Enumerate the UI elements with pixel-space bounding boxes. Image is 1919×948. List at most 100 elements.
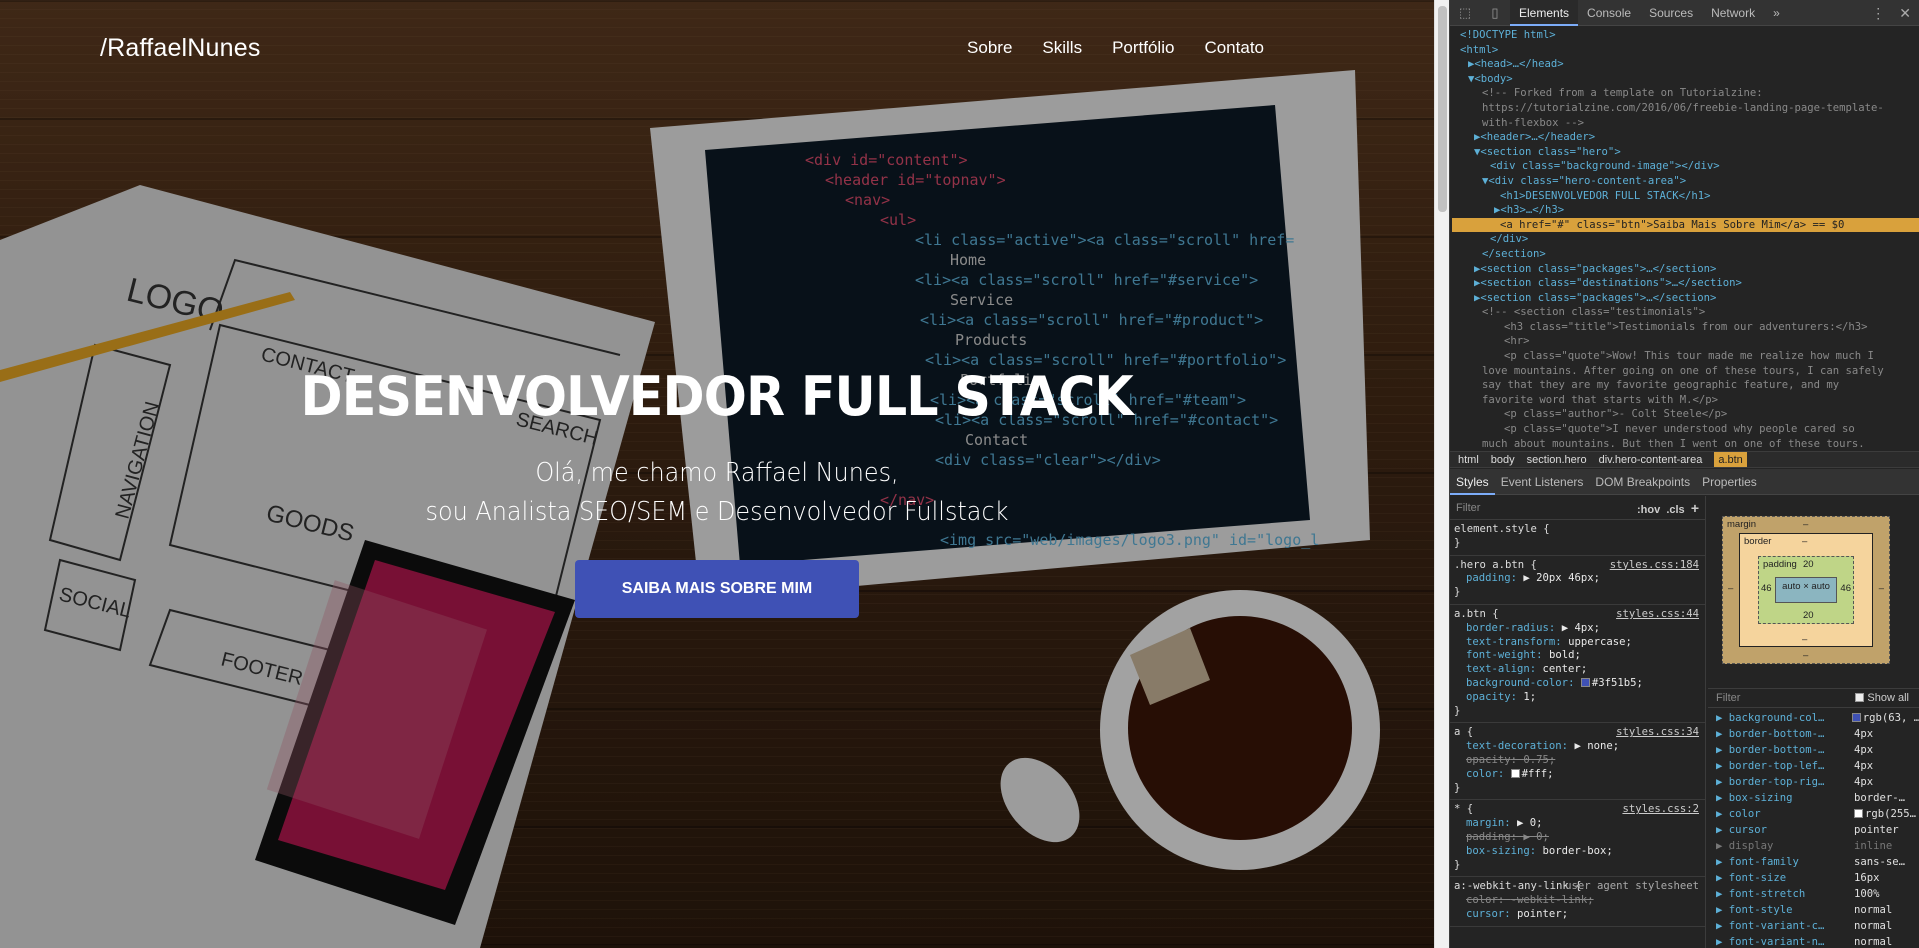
breadcrumb-a-btn[interactable]: a.btn	[1714, 452, 1747, 467]
dom-node[interactable]: say that they are my favorite geographic…	[1452, 378, 1919, 393]
box-padding-top[interactable]: 20	[1803, 559, 1814, 570]
dom-node[interactable]: <p class="quote">Wow! This tour made me …	[1452, 349, 1919, 364]
nav-link-sobre[interactable]: Sobre	[967, 38, 1012, 58]
tab-properties[interactable]: Properties	[1696, 469, 1763, 495]
dom-node[interactable]: ▶<h3>…</h3>	[1452, 203, 1919, 218]
nav-link-skills[interactable]: Skills	[1042, 38, 1082, 58]
tab-console[interactable]: Console	[1578, 0, 1640, 26]
computed-property[interactable]: ▶ font-variant-n… normal	[1708, 934, 1919, 948]
css-property[interactable]: font-weight: bold;	[1454, 649, 1699, 663]
dom-node[interactable]: <!-- Forked from a template on Tutorialz…	[1452, 86, 1919, 101]
dom-node[interactable]: </div>	[1452, 232, 1919, 247]
about-me-button[interactable]: Saiba Mais Sobre Mim	[575, 560, 859, 618]
dom-node[interactable]: <!DOCTYPE html>	[1452, 28, 1919, 43]
computed-property[interactable]: ▶ font-variant-c… normal	[1708, 918, 1919, 934]
tab-dom-breakpoints[interactable]: DOM Breakpoints	[1589, 469, 1696, 495]
box-margin-left[interactable]: –	[1728, 583, 1733, 594]
dom-node[interactable]: ▼<body>	[1452, 72, 1919, 87]
computed-property[interactable]: ▶ border-top-rig… 4px	[1708, 774, 1919, 790]
dom-node[interactable]: with-flexbox -->	[1452, 116, 1919, 131]
css-property[interactable]: opacity: 0.75;	[1454, 754, 1699, 768]
box-margin-right[interactable]: –	[1879, 583, 1884, 594]
new-rule-button[interactable]: +	[1691, 500, 1699, 516]
dom-node[interactable]: favorite word that starts with M.</p>	[1452, 393, 1919, 408]
dom-node[interactable]: ▶<section class="packages">…</section>	[1452, 291, 1919, 306]
box-padding-left[interactable]: 46	[1761, 583, 1772, 594]
css-property[interactable]: text-decoration: ▶ none;	[1454, 740, 1699, 754]
css-property[interactable]: text-transform: uppercase;	[1454, 636, 1699, 650]
class-toggle[interactable]: .cls	[1666, 504, 1684, 516]
dom-node[interactable]: ▶<head>…</head>	[1452, 57, 1919, 72]
box-border-bottom[interactable]: –	[1802, 634, 1807, 645]
dom-node[interactable]: <p class="author">- Colt Steele</p>	[1452, 407, 1919, 422]
tab-elements[interactable]: Elements	[1510, 0, 1579, 26]
tab-event-listeners[interactable]: Event Listeners	[1495, 469, 1590, 495]
dom-node[interactable]: ▼<div class="hero-content-area">	[1452, 174, 1919, 189]
computed-property[interactable]: ▶ font-family sans-se…	[1708, 854, 1919, 870]
box-margin-bottom[interactable]: –	[1803, 650, 1808, 661]
dom-node[interactable]: ▶<header>…</header>	[1452, 130, 1919, 145]
computed-property[interactable]: ▶ background-col… rgb(63, …	[1708, 710, 1919, 726]
breadcrumb-body[interactable]: body	[1491, 452, 1515, 467]
rule-source-link[interactable]: styles.css:2	[1622, 803, 1699, 817]
breadcrumb-hero-content-area[interactable]: div.hero-content-area	[1599, 452, 1703, 467]
show-all-checkbox[interactable]	[1855, 693, 1865, 702]
css-property[interactable]: opacity: 1;	[1454, 691, 1699, 705]
inspect-element-icon[interactable]: ⬚	[1450, 5, 1480, 21]
tab-network[interactable]: Network	[1702, 0, 1764, 26]
dom-node[interactable]: <div class="background-image"></div>	[1452, 159, 1919, 174]
dom-node[interactable]: <hr>	[1452, 334, 1919, 349]
site-logo[interactable]: /RaffaelNunes	[100, 34, 261, 63]
breadcrumb-section-hero[interactable]: section.hero	[1527, 452, 1587, 467]
close-icon[interactable]: ✕	[1899, 0, 1911, 26]
styles-filter-input[interactable]: Filter	[1456, 502, 1480, 514]
css-property[interactable]: padding: ▶ 20px 46px;	[1454, 572, 1699, 586]
dom-node[interactable]: <h3 class="title">Testimonials from our …	[1452, 320, 1919, 335]
more-tabs-button[interactable]: »	[1764, 0, 1789, 26]
css-property[interactable]: color: #fff;	[1454, 768, 1699, 782]
kebab-menu-icon[interactable]: ⋮	[1871, 0, 1885, 26]
nav-link-contato[interactable]: Contato	[1204, 38, 1264, 58]
computed-property[interactable]: ▶ display inline	[1708, 838, 1919, 854]
box-margin-top[interactable]: –	[1803, 519, 1808, 530]
box-padding-bottom[interactable]: 20	[1803, 610, 1814, 621]
dom-node[interactable]: love mountains. After going on one of th…	[1452, 364, 1919, 379]
dom-node[interactable]: https://tutorialzine.com/2016/06/freebie…	[1452, 101, 1919, 116]
scrollbar-thumb[interactable]	[1438, 6, 1447, 212]
box-padding-right[interactable]: 46	[1840, 583, 1851, 594]
rule-source-link[interactable]: styles.css:34	[1616, 726, 1699, 740]
computed-property[interactable]: ▶ cursor pointer	[1708, 822, 1919, 838]
dom-node[interactable]: <p class="quote">I never understood why …	[1452, 422, 1919, 437]
computed-property[interactable]: ▶ box-sizing border-…	[1708, 790, 1919, 806]
css-property[interactable]: box-sizing: border-box;	[1454, 845, 1699, 859]
nav-link-portfolio[interactable]: Portfólio	[1112, 38, 1174, 58]
computed-property[interactable]: ▶ font-size 16px	[1708, 870, 1919, 886]
dom-node[interactable]: ▼<section class="hero">	[1452, 145, 1919, 160]
page-scrollbar[interactable]	[1434, 0, 1449, 948]
computed-property[interactable]: ▶ border-top-lef… 4px	[1708, 758, 1919, 774]
css-property[interactable]: border-radius: ▶ 4px;	[1454, 622, 1699, 636]
color-swatch[interactable]	[1510, 768, 1520, 778]
css-property[interactable]: margin: ▶ 0;	[1454, 817, 1699, 831]
computed-property[interactable]: ▶ color rgb(255…	[1708, 806, 1919, 822]
dom-node[interactable]: <html>	[1452, 43, 1919, 58]
box-border-top[interactable]: –	[1802, 536, 1807, 547]
dom-node[interactable]: ▶<section class="destinations">…</sectio…	[1452, 276, 1919, 291]
dom-node[interactable]: <!-- <section class="testimonials">	[1452, 305, 1919, 320]
tab-sources[interactable]: Sources	[1640, 0, 1702, 26]
rule-source-link[interactable]: styles.css:184	[1610, 559, 1699, 573]
tab-styles[interactable]: Styles	[1450, 469, 1495, 495]
css-property[interactable]: text-align: center;	[1454, 663, 1699, 677]
css-property[interactable]: background-color: #3f51b5;	[1454, 677, 1699, 691]
box-content[interactable]: auto × auto	[1775, 577, 1837, 603]
dom-node[interactable]: ▶<section class="packages">…</section>	[1452, 262, 1919, 277]
breadcrumb-html[interactable]: html	[1458, 452, 1479, 467]
computed-filter-input[interactable]: Filter	[1716, 692, 1740, 704]
computed-property[interactable]: ▶ border-bottom-… 4px	[1708, 742, 1919, 758]
dom-node[interactable]: </section>	[1452, 247, 1919, 262]
dom-node-selected[interactable]: <a href="#" class="btn">Saiba Mais Sobre…	[1452, 217, 1919, 233]
css-property[interactable]: padding: ▶ 0;	[1454, 831, 1699, 845]
computed-property[interactable]: ▶ border-bottom-… 4px	[1708, 726, 1919, 742]
device-toolbar-icon[interactable]: ▯	[1480, 5, 1510, 21]
hover-state-toggle[interactable]: :hov	[1637, 504, 1660, 516]
